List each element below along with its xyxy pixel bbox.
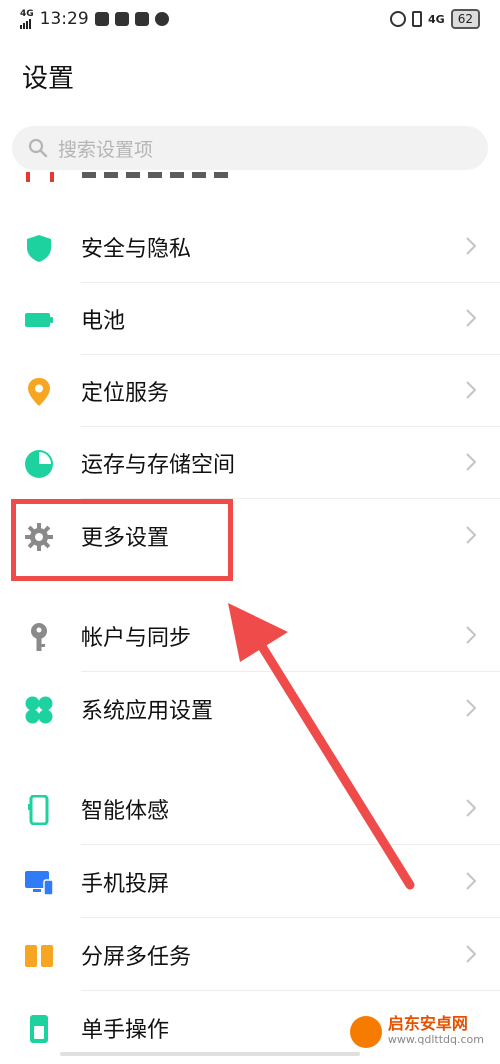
list-item-security-privacy[interactable]: 安全与隐私 [0, 211, 500, 283]
chevron-right-icon [466, 526, 476, 544]
qq-icon [134, 12, 149, 26]
item-label: 运存与存储空间 [81, 453, 236, 478]
watermark: 启东安卓网 www.qdlttdq.com [343, 1014, 490, 1050]
search-icon [28, 138, 48, 158]
message-icon [154, 12, 169, 26]
section-gap [0, 745, 500, 769]
four-petal-icon [25, 696, 53, 724]
list-item-system-app-settings[interactable]: 系统应用设置 [0, 673, 500, 745]
signal-icon: 4G [20, 9, 34, 29]
chevron-right-icon [466, 626, 476, 644]
key-icon [31, 623, 47, 651]
gear-icon [25, 523, 53, 551]
search-placeholder: 搜索设置项 [58, 138, 154, 161]
chevron-right-icon [466, 381, 476, 399]
chevron-right-icon [466, 872, 476, 890]
vibrate-icon [412, 11, 423, 27]
item-label: 安全与隐私 [81, 237, 192, 262]
divider [81, 498, 500, 499]
chevron-right-icon [466, 945, 476, 963]
partial-list-item [20, 172, 490, 190]
status-bar: 4G 13:29 4G 62 [0, 0, 500, 40]
news-icon [114, 12, 129, 26]
item-label: 更多设置 [81, 526, 170, 551]
wechat-icon [94, 12, 109, 26]
chevron-right-icon [466, 799, 476, 817]
list-item-accounts-sync[interactable]: 帐户与同步 [0, 600, 500, 672]
divider [81, 844, 500, 845]
item-label: 帐户与同步 [81, 626, 192, 651]
list-item-location[interactable]: 定位服务 [0, 355, 500, 427]
item-label: 单手操作 [81, 1018, 170, 1043]
watermark-logo-icon [349, 1016, 382, 1048]
screen-cast-icon [25, 871, 54, 896]
battery-indicator: 62 [450, 9, 480, 29]
item-label: 分屏多任务 [81, 945, 192, 970]
search-bar[interactable]: 搜索设置项 [12, 126, 488, 170]
list-item-split-screen[interactable]: 分屏多任务 [0, 919, 500, 991]
clock: 13:29 [39, 9, 89, 29]
item-label: 智能体感 [81, 799, 170, 824]
pie-chart-icon [25, 450, 53, 478]
phone-outline-icon [28, 795, 49, 825]
divider [81, 917, 500, 918]
list-item-storage[interactable]: 运存与存储空间 [0, 427, 500, 499]
shield-icon [27, 235, 51, 262]
watermark-url: www.qdlttdq.com [387, 1033, 484, 1046]
item-label: 手机投屏 [81, 872, 170, 897]
list-item-screen-cast[interactable]: 手机投屏 [0, 846, 500, 918]
one-hand-icon [30, 1015, 48, 1043]
gesture-bar [60, 1052, 360, 1056]
chevron-right-icon [466, 309, 476, 327]
list-item-more-settings[interactable]: 更多设置 [0, 500, 500, 572]
divider [81, 671, 500, 672]
divider [81, 990, 500, 991]
chevron-right-icon [466, 237, 476, 255]
list-item-smart-motion[interactable]: 智能体感 [0, 773, 500, 845]
item-label: 电池 [81, 309, 126, 334]
partial-label [82, 172, 232, 178]
chevron-right-icon [466, 699, 476, 717]
list-item-battery[interactable]: 电池 [0, 283, 500, 355]
item-label: 系统应用设置 [81, 699, 214, 724]
split-screen-icon [25, 945, 53, 967]
network-right: 4G [428, 12, 445, 26]
watermark-title: 启东安卓网 [387, 1014, 468, 1033]
chevron-right-icon [466, 453, 476, 471]
alarm-icon [390, 11, 407, 27]
item-label: 定位服务 [81, 381, 170, 406]
battery-icon [25, 313, 53, 327]
page-title: 设置 [22, 64, 75, 94]
partial-icon [26, 172, 54, 182]
section-gap [0, 572, 500, 596]
location-pin-icon [28, 378, 50, 406]
